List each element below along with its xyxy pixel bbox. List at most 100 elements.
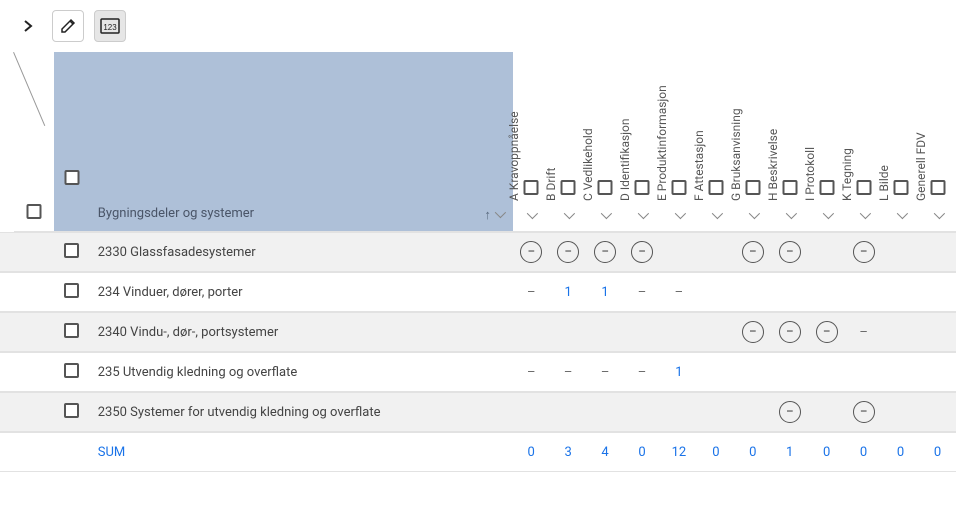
column-label: F Attestasjon: [692, 130, 706, 201]
column-checkbox-d[interactable]: [635, 180, 650, 195]
count-link[interactable]: 1: [601, 285, 608, 300]
sum-value[interactable]: 12: [660, 432, 697, 472]
count-link[interactable]: 1: [675, 365, 682, 380]
sum-value[interactable]: 0: [919, 432, 956, 472]
row-name[interactable]: 2330 Glassfasadesystemer: [90, 232, 513, 272]
status-dash: –: [527, 365, 536, 380]
status-dash: –: [638, 365, 647, 380]
select-all-header: [54, 52, 90, 232]
status-dash: –: [638, 285, 647, 300]
sum-label: SUM: [90, 432, 513, 472]
chevron-down-icon[interactable]: [564, 208, 572, 223]
chevron-down-icon[interactable]: [934, 208, 942, 223]
status-circle-icon[interactable]: −: [816, 321, 838, 343]
row-checkbox[interactable]: [64, 363, 79, 378]
chevron-down-icon[interactable]: [601, 208, 609, 223]
status-circle-icon[interactable]: −: [557, 241, 579, 263]
column-checkbox-b[interactable]: [561, 180, 576, 195]
column-checkbox-a[interactable]: [524, 180, 539, 195]
name-column-header[interactable]: Bygningsdeler og systemer: [90, 52, 513, 232]
svg-text:123: 123: [103, 23, 117, 32]
table-row: 234 Vinduer, dører, porter –11––: [0, 272, 956, 312]
column-checkbox-gen[interactable]: [930, 180, 945, 195]
row-name[interactable]: 234 Vinduer, dører, porter: [90, 272, 513, 312]
status-circle-icon[interactable]: −: [779, 241, 801, 263]
sum-value[interactable]: 0: [513, 432, 550, 472]
status-dash: –: [527, 285, 536, 300]
column-label: G Bruksanvisning: [729, 108, 743, 201]
column-checkbox-h[interactable]: [782, 180, 797, 195]
row-checkbox[interactable]: [64, 403, 79, 418]
diagonal-header: [14, 52, 54, 232]
column-label: L Bilde: [877, 165, 891, 201]
chevron-down-icon[interactable]: [712, 208, 720, 223]
numbers-button[interactable]: 123: [94, 10, 126, 42]
status-dash: –: [601, 365, 610, 380]
sum-value[interactable]: 3: [550, 432, 587, 472]
status-circle-icon[interactable]: −: [742, 321, 764, 343]
sum-row: SUM 0340120010000: [0, 432, 956, 472]
sort-asc-icon[interactable]: [484, 207, 491, 223]
sum-value[interactable]: 0: [808, 432, 845, 472]
status-circle-icon[interactable]: −: [520, 241, 542, 263]
count-link[interactable]: 1: [564, 285, 571, 300]
status-dash: –: [859, 325, 868, 340]
table-row: 2340 Vindu-, dør-, portsystemer −−−–: [0, 312, 956, 352]
row-name[interactable]: 2350 Systemer for utvendig kledning og o…: [90, 392, 513, 432]
select-all-inner-checkbox[interactable]: [64, 170, 79, 185]
column-checkbox-k[interactable]: [856, 180, 871, 195]
sum-value[interactable]: 1: [771, 432, 808, 472]
row-name[interactable]: 235 Utvendig kledning og overflate: [90, 352, 513, 392]
column-label: B Drift: [544, 168, 558, 201]
column-header-a[interactable]: A Kravoppnåelse: [513, 52, 550, 232]
chevron-down-icon[interactable]: [749, 208, 757, 223]
edit-button[interactable]: [52, 10, 84, 42]
column-header-h[interactable]: H Beskrivelse: [771, 52, 808, 232]
column-header-k[interactable]: K Tegning: [845, 52, 882, 232]
chevron-down-icon[interactable]: [786, 208, 794, 223]
chevron-down-icon[interactable]: [527, 208, 535, 223]
status-circle-icon[interactable]: −: [631, 241, 653, 263]
row-checkbox[interactable]: [64, 323, 79, 338]
chevron-down-icon[interactable]: [860, 208, 868, 223]
chevron-down-icon[interactable]: [675, 208, 683, 223]
chevron-down-icon[interactable]: [638, 208, 646, 223]
sum-value[interactable]: 0: [845, 432, 882, 472]
column-label: I Protokoll: [803, 147, 817, 201]
column-checkbox-f[interactable]: [708, 180, 723, 195]
column-checkbox-e[interactable]: [672, 180, 687, 195]
sum-value[interactable]: 0: [882, 432, 919, 472]
column-header-gen[interactable]: Generell FDV: [919, 52, 956, 232]
row-name[interactable]: 2340 Vindu-, dør-, portsystemer: [90, 312, 513, 352]
row-checkbox[interactable]: [64, 243, 79, 258]
sum-value[interactable]: 0: [734, 432, 771, 472]
status-circle-icon[interactable]: −: [594, 241, 616, 263]
status-circle-icon[interactable]: −: [853, 241, 875, 263]
column-label: E Produktinformasjon: [655, 85, 669, 201]
select-all-outer-checkbox[interactable]: [26, 204, 41, 219]
status-dash: –: [564, 365, 573, 380]
column-header-i[interactable]: I Protokoll: [808, 52, 845, 232]
chevron-down-icon[interactable]: [897, 208, 905, 223]
column-label: Generell FDV: [914, 132, 928, 201]
column-checkbox-g[interactable]: [745, 180, 760, 195]
name-column-title: Bygningsdeler og systemer: [98, 206, 254, 221]
expand-button[interactable]: [14, 10, 42, 42]
column-checkbox-i[interactable]: [819, 180, 834, 195]
column-checkbox-l[interactable]: [893, 180, 908, 195]
sort-desc-icon[interactable]: [495, 207, 503, 223]
status-circle-icon[interactable]: −: [853, 401, 875, 423]
status-circle-icon[interactable]: −: [779, 401, 801, 423]
column-label: K Tegning: [840, 148, 854, 201]
status-circle-icon[interactable]: −: [742, 241, 764, 263]
row-checkbox[interactable]: [64, 283, 79, 298]
table-row: 2350 Systemer for utvendig kledning og o…: [0, 392, 956, 432]
sum-value[interactable]: 0: [697, 432, 734, 472]
column-label: H Beskrivelse: [766, 129, 780, 201]
sum-value[interactable]: 4: [587, 432, 624, 472]
table-row: 235 Utvendig kledning og overflate – – – – 1: [0, 352, 956, 392]
chevron-down-icon[interactable]: [823, 208, 831, 223]
sum-value[interactable]: 0: [624, 432, 661, 472]
column-checkbox-c[interactable]: [598, 180, 613, 195]
status-circle-icon[interactable]: −: [779, 321, 801, 343]
